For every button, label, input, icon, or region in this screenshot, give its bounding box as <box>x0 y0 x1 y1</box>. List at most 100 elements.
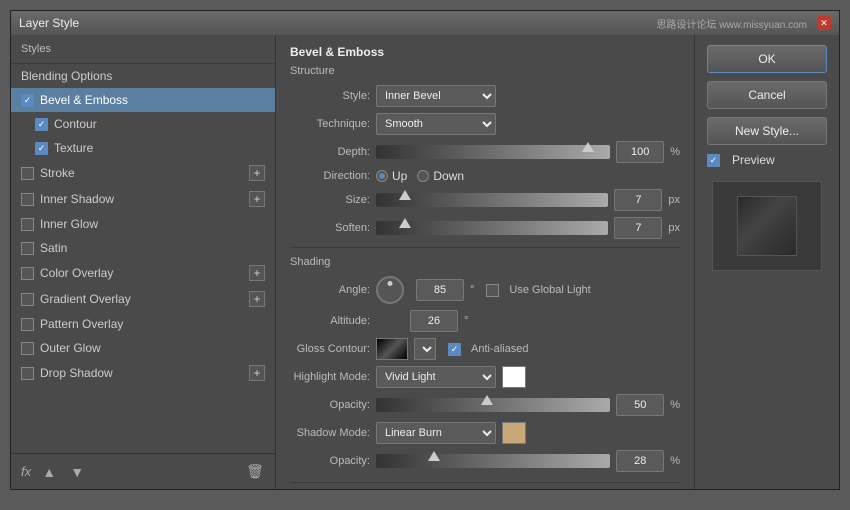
inner-shadow-checkbox[interactable] <box>21 193 34 206</box>
sidebar-item-inner-shadow[interactable]: Inner Shadow + <box>11 186 275 212</box>
sidebar-item-texture[interactable]: Texture <box>11 136 275 160</box>
sidebar-item-inner-glow[interactable]: Inner Glow <box>11 212 275 236</box>
sidebar-item-gradient-overlay[interactable]: Gradient Overlay + <box>11 286 275 312</box>
highlight-opacity-slider[interactable] <box>376 398 610 412</box>
stroke-plus-btn[interactable]: + <box>249 165 265 181</box>
preview-shape <box>737 196 797 256</box>
preview-thumbnail <box>712 181 822 271</box>
direction-row: Direction: Up Down <box>290 169 680 183</box>
angle-input[interactable] <box>416 279 464 301</box>
anti-aliased-checkbox[interactable] <box>448 343 461 356</box>
contour-label: Contour <box>54 117 97 131</box>
soften-slider-thumb <box>399 218 411 228</box>
sidebar-item-drop-shadow[interactable]: Drop Shadow + <box>11 360 275 386</box>
soften-input[interactable] <box>614 217 662 239</box>
soften-unit: px <box>668 222 680 234</box>
shadow-opacity-input[interactable] <box>616 450 664 472</box>
altitude-label: Altitude: <box>290 315 370 327</box>
gloss-contour-preview[interactable] <box>376 338 408 360</box>
highlight-opacity-row: Opacity: % <box>290 394 680 416</box>
soften-row: Soften: px <box>290 217 680 239</box>
depth-slider[interactable] <box>376 145 610 159</box>
left-panel: Styles Blending Options Bevel & Emboss C… <box>11 35 276 489</box>
highlight-opacity-unit: % <box>670 399 680 411</box>
anti-aliased-label: Anti-aliased <box>471 343 528 355</box>
highlight-mode-select[interactable]: Vivid Light Normal Screen Overlay <box>376 366 496 388</box>
shadow-opacity-slider[interactable] <box>376 454 610 468</box>
sidebar-item-satin[interactable]: Satin <box>11 236 275 260</box>
layer-style-window: Layer Style 思路设计论坛 www.missyuan.com ✕ St… <box>10 10 840 490</box>
altitude-row: Altitude: ° <box>290 310 680 332</box>
gloss-contour-select[interactable]: ▼ <box>414 338 436 360</box>
shadow-mode-row: Shadow Mode: Linear Burn Normal Multiply… <box>290 422 680 444</box>
titlebar: Layer Style 思路设计论坛 www.missyuan.com ✕ <box>11 11 839 35</box>
outer-glow-checkbox[interactable] <box>21 342 34 355</box>
inner-shadow-plus-btn[interactable]: + <box>249 191 265 207</box>
cancel-button[interactable]: Cancel <box>707 81 827 109</box>
delete-button[interactable]: 🗑 <box>245 462 265 482</box>
shadow-color-swatch[interactable] <box>502 422 526 444</box>
texture-checkbox[interactable] <box>35 142 48 155</box>
highlight-opacity-thumb <box>481 395 493 405</box>
depth-label: Depth: <box>290 146 370 158</box>
sidebar-item-color-overlay[interactable]: Color Overlay + <box>11 260 275 286</box>
contour-checkbox[interactable] <box>35 118 48 131</box>
depth-input[interactable] <box>616 141 664 163</box>
shadow-mode-select[interactable]: Linear Burn Normal Multiply Color Burn <box>376 422 496 444</box>
move-up-button[interactable]: ▲ <box>39 462 59 482</box>
bevel-emboss-checkbox[interactable] <box>21 94 34 107</box>
direction-down-radio[interactable]: Down <box>417 169 464 183</box>
drop-shadow-label: Drop Shadow <box>40 366 113 380</box>
use-global-light-checkbox[interactable] <box>486 284 499 297</box>
section-title: Bevel & Emboss <box>290 45 680 59</box>
color-overlay-label: Color Overlay <box>40 266 113 280</box>
depth-unit: % <box>670 146 680 158</box>
shading-subtitle: Shading <box>290 256 680 268</box>
sidebar-item-bevel-emboss[interactable]: Bevel & Emboss <box>11 88 275 112</box>
ok-button[interactable]: OK <box>707 45 827 73</box>
satin-checkbox[interactable] <box>21 242 34 255</box>
stroke-label: Stroke <box>40 166 75 180</box>
drop-shadow-plus-btn[interactable]: + <box>249 365 265 381</box>
gloss-contour-row: Gloss Contour: ▼ Anti-aliased <box>290 338 680 360</box>
stroke-checkbox[interactable] <box>21 167 34 180</box>
size-slider[interactable] <box>376 193 608 207</box>
size-slider-thumb <box>399 190 411 200</box>
technique-select[interactable]: Smooth Chisel Hard Chisel Soft <box>376 113 496 135</box>
use-global-light-group[interactable]: Use Global Light <box>486 284 590 297</box>
shadow-opacity-thumb <box>428 451 440 461</box>
gradient-overlay-checkbox[interactable] <box>21 293 34 306</box>
shadow-mode-label: Shadow Mode: <box>290 427 370 439</box>
sidebar-item-stroke[interactable]: Stroke + <box>11 160 275 186</box>
gradient-overlay-plus-btn[interactable]: + <box>249 291 265 307</box>
fx-icon: fx <box>21 464 31 479</box>
altitude-unit: ° <box>464 315 468 327</box>
satin-label: Satin <box>40 241 67 255</box>
sidebar-item-blending-options[interactable]: Blending Options <box>11 64 275 88</box>
altitude-input[interactable] <box>410 310 458 332</box>
highlight-color-swatch[interactable] <box>502 366 526 388</box>
close-button[interactable]: ✕ <box>817 16 831 30</box>
color-overlay-plus-btn[interactable]: + <box>249 265 265 281</box>
direction-up-radio-circle <box>376 170 388 182</box>
pattern-overlay-checkbox[interactable] <box>21 318 34 331</box>
style-select[interactable]: Inner Bevel Outer Bevel Emboss Pillow Em… <box>376 85 496 107</box>
soften-slider[interactable] <box>376 221 608 235</box>
blending-options-label: Blending Options <box>21 69 112 83</box>
size-input[interactable] <box>614 189 662 211</box>
new-style-button[interactable]: New Style... <box>707 117 827 145</box>
color-overlay-checkbox[interactable] <box>21 267 34 280</box>
sidebar-item-contour[interactable]: Contour <box>11 112 275 136</box>
direction-up-radio[interactable]: Up <box>376 169 407 183</box>
drop-shadow-checkbox[interactable] <box>21 367 34 380</box>
preview-checkbox[interactable] <box>707 154 720 167</box>
sidebar-item-outer-glow[interactable]: Outer Glow <box>11 336 275 360</box>
shadow-opacity-unit: % <box>670 455 680 467</box>
anti-aliased-group[interactable]: Anti-aliased <box>448 343 528 356</box>
angle-wheel[interactable] <box>376 276 404 304</box>
sidebar-item-pattern-overlay[interactable]: Pattern Overlay <box>11 312 275 336</box>
size-unit: px <box>668 194 680 206</box>
highlight-opacity-input[interactable] <box>616 394 664 416</box>
move-down-button[interactable]: ▼ <box>67 462 87 482</box>
inner-glow-checkbox[interactable] <box>21 218 34 231</box>
